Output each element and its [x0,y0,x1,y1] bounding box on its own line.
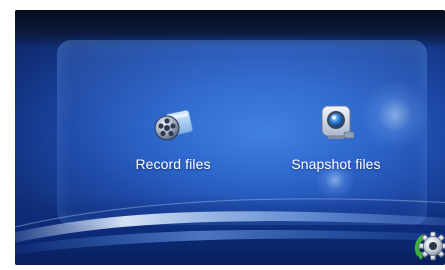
settings-button[interactable] [411,226,445,265]
camera-photo-icon [314,102,358,146]
gear-icon [414,231,445,261]
background-swoosh [15,198,445,255]
screen: Record files Snapshot files [15,10,445,265]
record-files-button[interactable]: Record files [123,102,223,172]
film-reel-folder-icon [151,102,195,146]
snapshot-files-label: Snapshot files [291,156,381,172]
record-files-label: Record files [135,156,211,172]
snapshot-files-button[interactable]: Snapshot files [277,102,395,172]
